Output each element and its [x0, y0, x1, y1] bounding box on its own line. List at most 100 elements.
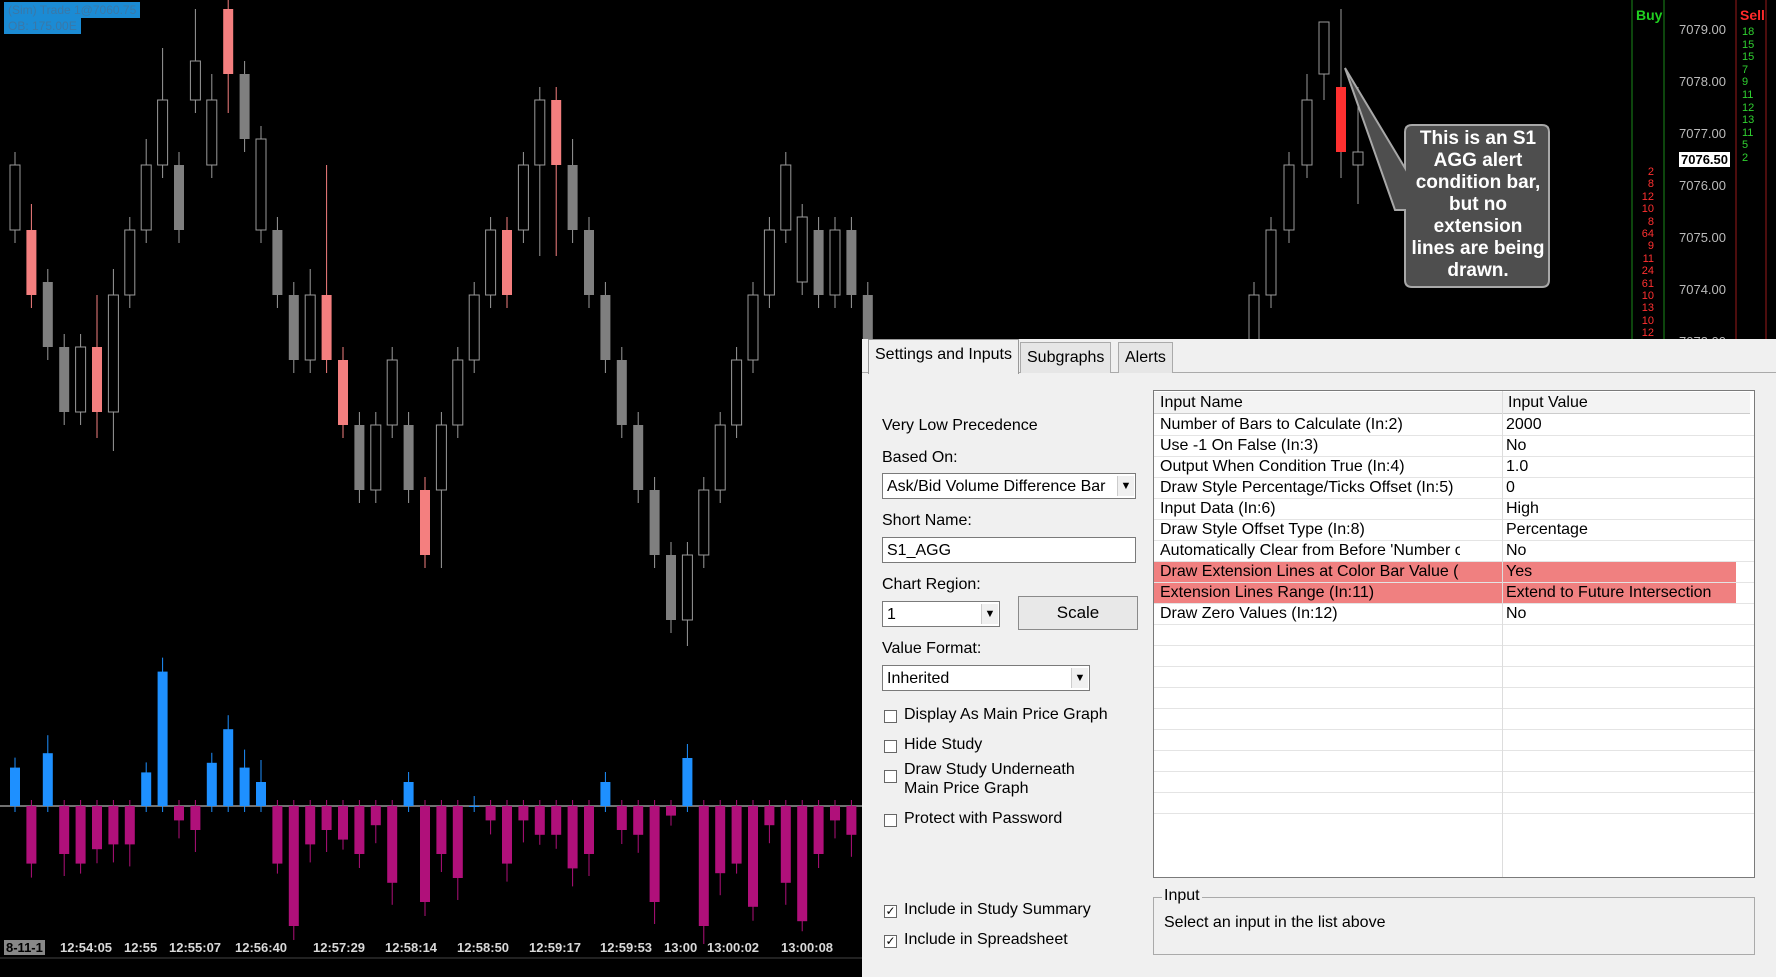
candle-body: [107, 294, 119, 413]
include-spreadsheet-label: Include in Spreadsheet: [904, 931, 1068, 948]
grid-cell-input-value[interactable]: No: [1506, 435, 1526, 456]
scale-button[interactable]: Scale: [1018, 596, 1138, 630]
value-format-select[interactable]: Inherited ▼: [882, 665, 1090, 691]
grid-row[interactable]: Draw Zero Values (In:12) No: [1154, 603, 1736, 624]
draw-underneath-checkbox[interactable]: [884, 770, 897, 783]
grid-column-divider: [1502, 391, 1503, 877]
display-as-main-checkbox[interactable]: [884, 710, 897, 723]
dom-buy-value: 9: [1647, 240, 1654, 253]
candle-body: [189, 60, 201, 101]
candle-body: [666, 555, 676, 620]
grid-header-input-value[interactable]: Input Value: [1502, 392, 1750, 414]
grid-cell-input-value[interactable]: Extend to Future Intersection: [1506, 582, 1711, 603]
time-label: 13:00:02: [707, 940, 760, 955]
time-label: 8-11-1: [4, 940, 45, 955]
candle-body: [403, 425, 414, 490]
time-label: 12:56:40: [235, 940, 288, 955]
grid-cell-input-value[interactable]: Yes: [1506, 561, 1532, 582]
dom-sell-value: 11: [1742, 89, 1754, 101]
short-name-input[interactable]: S1_AGG: [882, 537, 1136, 563]
candle-body: [304, 294, 316, 361]
dom-buy-label: Buy: [1636, 7, 1663, 23]
price-label: 7075.00: [1679, 230, 1726, 245]
price-label: 7077.00: [1679, 126, 1726, 141]
grid-cell-input-value[interactable]: No: [1506, 603, 1526, 624]
grid-cell-input-name: Input Data (In:6): [1160, 500, 1276, 517]
grid-gridline: [1154, 750, 1754, 751]
candle-body: [386, 359, 398, 426]
protect-password-checkbox[interactable]: [884, 814, 897, 827]
callout-text: This is an S1 AGG alert condition bar, b…: [1411, 128, 1545, 281]
grid-row[interactable]: Draw Style Offset Type (In:8) Percentage: [1154, 519, 1736, 540]
dom-sell-value: 7: [1742, 63, 1749, 76]
tab-alerts[interactable]: Alerts: [1118, 342, 1173, 373]
dom-sell-value: 15: [1742, 38, 1755, 51]
input-description-box: Input Select an input in the list above: [1153, 887, 1755, 955]
chart-region-select[interactable]: 1 ▼: [882, 601, 1000, 627]
candle-body: [600, 295, 611, 360]
dom-sell-value: 11: [1742, 126, 1754, 139]
candle-body: [1265, 229, 1277, 296]
grid-gridline: [1154, 561, 1754, 562]
grid-row[interactable]: Number of Bars to Calculate (In:2) 2000: [1154, 414, 1736, 435]
dom-sell-value: 12: [1742, 101, 1755, 114]
grid-row[interactable]: Automatically Clear from Before 'Number …: [1154, 540, 1736, 561]
grid-row[interactable]: Extension Lines Range (In:11) Extend to F…: [1154, 582, 1736, 603]
candle-body: [75, 346, 87, 413]
candle-body: [846, 230, 857, 295]
display-as-main-label: Display As Main Price Graph: [904, 706, 1108, 723]
grid-gridline: [1154, 540, 1754, 541]
grid-cell-input-value[interactable]: High: [1506, 498, 1539, 519]
grid-header-input-name[interactable]: Input Name: [1154, 392, 1502, 414]
inputs-grid[interactable]: Input Name Input Value Number of Bars to…: [1153, 390, 1755, 878]
grid-row[interactable]: Input Data (In:6) High: [1154, 498, 1736, 519]
grid-gridline: [1154, 435, 1754, 436]
grid-gridline: [1154, 687, 1754, 688]
include-summary-checkbox[interactable]: ✓: [884, 905, 897, 918]
grid-row[interactable]: Draw Style Percentage/Ticks Offset (In:5…: [1154, 477, 1736, 498]
grid-gridline: [1154, 477, 1754, 478]
grid-cell-input-value[interactable]: 2000: [1506, 414, 1542, 435]
chart-region-value: 1: [887, 606, 896, 623]
price-label: 7076.00: [1679, 178, 1726, 193]
candle-body: [435, 424, 447, 491]
time-label: 12:59:17: [529, 940, 582, 955]
time-label: 13:00: [664, 940, 698, 955]
candle-body: [206, 99, 218, 166]
protect-password-label: Protect with Password: [904, 810, 1063, 827]
grid-row[interactable]: Output When Condition True (In:4) 1.0: [1154, 456, 1736, 477]
grid-cell-input-name: Extension Lines Range (In:11): [1160, 584, 1375, 601]
dom-buy-value: 10: [1641, 290, 1654, 302]
hide-study-checkbox[interactable]: [884, 740, 897, 753]
candle-body: [174, 165, 184, 230]
grid-cell-input-value[interactable]: No: [1506, 540, 1526, 561]
include-summary-label: Include in Study Summary: [904, 901, 1091, 918]
candle-body: [239, 74, 250, 139]
candle-body: [731, 359, 743, 426]
grid-gridline: [1154, 456, 1754, 457]
candle-body: [747, 294, 759, 361]
chevron-down-icon[interactable]: ▼: [1117, 476, 1134, 496]
grid-cell-input-value[interactable]: 0: [1506, 477, 1515, 498]
candle-body: [813, 230, 824, 295]
grid-cell-input-name: Number of Bars to Calculate (In:2): [1160, 416, 1403, 433]
grid-cell-input-name: Use -1 On False (In:3): [1160, 437, 1319, 454]
candle-body: [698, 489, 710, 556]
include-spreadsheet-checkbox[interactable]: ✓: [884, 935, 897, 948]
grid-gridline: [1154, 603, 1754, 604]
grid-row[interactable]: Draw Extension Lines at Color Bar Value …: [1154, 561, 1736, 582]
draw-underneath-label: Draw Study Underneath Main Price Graph: [904, 761, 1075, 797]
dom-sell-value: 15: [1742, 51, 1755, 64]
based-on-select[interactable]: Ask/Bid Volume Difference Bar ▼: [882, 473, 1136, 499]
grid-cell-input-value[interactable]: 1.0: [1506, 456, 1528, 477]
price-label: 7079.00: [1679, 22, 1726, 37]
grid-row[interactable]: Use -1 On False (In:3) No: [1154, 435, 1736, 456]
grid-gridline: [1154, 813, 1754, 814]
chevron-down-icon[interactable]: ▼: [981, 604, 998, 624]
candle-body: [780, 164, 792, 231]
price-label: 7078.00: [1679, 74, 1726, 89]
chevron-down-icon[interactable]: ▼: [1071, 668, 1088, 688]
tab-subgraphs[interactable]: Subgraphs: [1020, 342, 1112, 373]
tab-settings-and-inputs[interactable]: Settings and Inputs: [868, 339, 1019, 374]
grid-cell-input-value[interactable]: Percentage: [1506, 519, 1588, 540]
